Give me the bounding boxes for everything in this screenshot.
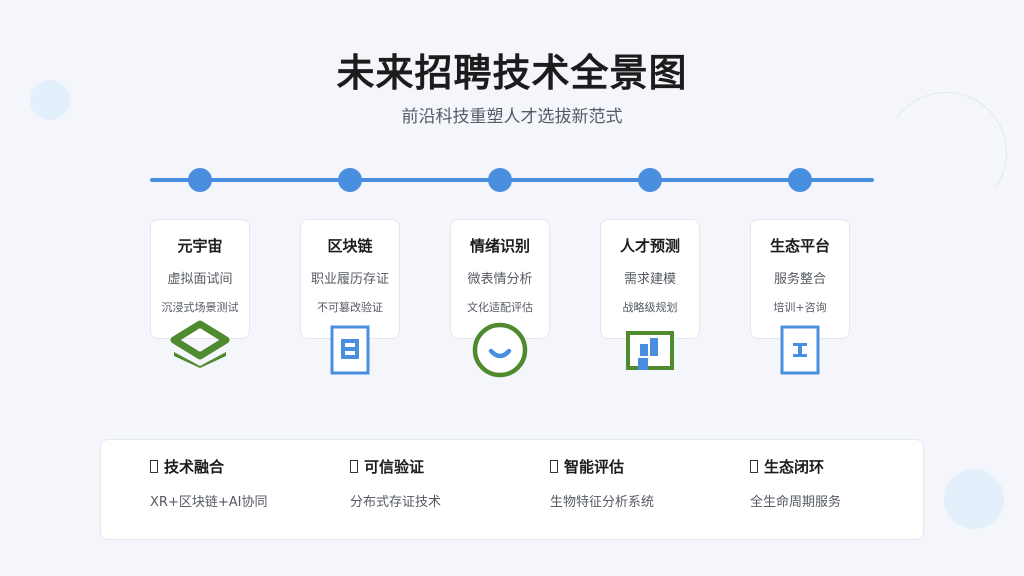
feature-glyph-icon <box>750 460 758 473</box>
feature-desc: 生物特征分析系统 <box>550 495 655 510</box>
stage-detail: 战略级规划 <box>622 301 678 314</box>
stage-title: 元宇宙 <box>177 237 223 255</box>
feature-desc: 分布式存证技术 <box>350 495 442 510</box>
stage-title: 情绪识别 <box>469 237 530 255</box>
feature-desc: XR+区块链+AI协同 <box>150 495 268 510</box>
features-panel: 技术融合 XR+区块链+AI协同 可信验证 分布式存证技术 智能评估 生物特征分… <box>100 439 924 540</box>
stage-subtitle: 微表情分析 <box>467 272 533 287</box>
feature-tech-fusion: 技术融合 XR+区块链+AI协同 <box>150 456 267 510</box>
feature-trusted-verification: 可信验证 分布式存证技术 <box>350 456 441 510</box>
stage-card-ecosystem: 生态平台 服务整合 培训+咨询 <box>750 219 850 339</box>
timeline-dot-3 <box>488 168 512 192</box>
timeline-dot-5 <box>788 168 812 192</box>
stage-title: 人才预测 <box>619 237 680 255</box>
stage-detail: 培训+咨询 <box>773 301 827 314</box>
feature-glyph-icon <box>550 460 558 473</box>
timeline-dot-4 <box>638 168 662 192</box>
stage-subtitle: 虚拟面试间 <box>167 272 233 287</box>
timeline-dot-2 <box>338 168 362 192</box>
feature-ecosystem-loop: 生态闭环 全生命周期服务 <box>750 456 841 510</box>
document-icon <box>330 325 370 375</box>
stage-card-blockchain: 区块链 职业履历存证 不可篡改验证 <box>300 219 400 339</box>
stage-detail: 不可篡改验证 <box>317 301 383 314</box>
feature-title: 技术融合 <box>164 458 225 476</box>
stage-subtitle: 职业履历存证 <box>310 272 389 287</box>
stage-detail: 文化适配评估 <box>467 301 533 314</box>
smile-icon <box>472 322 528 378</box>
feature-title: 生态闭环 <box>764 458 825 476</box>
stage-title: 生态平台 <box>769 237 830 255</box>
page-subtitle: 前沿科技重塑人才选拔新范式 <box>401 107 623 127</box>
stage-card-prediction: 人才预测 需求建模 战略级规划 <box>600 219 700 339</box>
stage-detail: 沉浸式场景测试 <box>161 301 239 314</box>
stage-subtitle: 需求建模 <box>623 272 676 287</box>
feature-title: 智能评估 <box>564 458 625 476</box>
feature-glyph-icon <box>150 460 158 473</box>
feature-glyph-icon <box>350 460 358 473</box>
timeline-dot-1 <box>188 168 212 192</box>
chart-icon <box>626 331 674 370</box>
stage-subtitle: 服务整合 <box>773 272 826 287</box>
feature-smart-assessment: 智能评估 生物特征分析系统 <box>550 456 654 510</box>
decorative-circle-bottom-right <box>944 469 1004 529</box>
timeline-line <box>150 178 874 182</box>
file-icon <box>780 325 820 375</box>
feature-title: 可信验证 <box>364 458 425 476</box>
feature-desc: 全生命周期服务 <box>750 495 842 510</box>
page-title: 未来招聘技术全景图 <box>336 51 688 95</box>
stage-title: 区块链 <box>327 237 373 255</box>
layers-icon <box>170 320 230 368</box>
